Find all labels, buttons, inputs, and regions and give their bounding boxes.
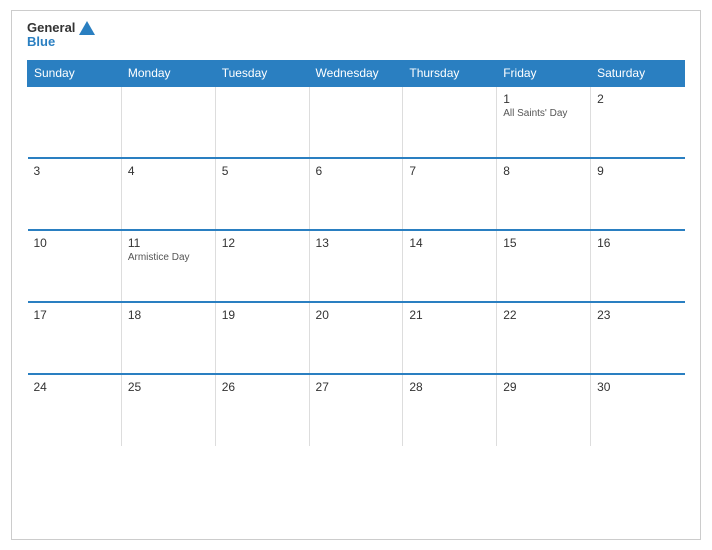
day-number: 1 xyxy=(503,92,584,106)
day-number: 21 xyxy=(409,308,490,322)
day-number: 30 xyxy=(597,380,678,394)
calendar-cell: 4 xyxy=(121,158,215,230)
calendar-cell: 17 xyxy=(28,302,122,374)
calendar-cell: 12 xyxy=(215,230,309,302)
day-number: 28 xyxy=(409,380,490,394)
day-event: All Saints' Day xyxy=(503,108,584,119)
day-number: 14 xyxy=(409,236,490,250)
calendar-cell: 25 xyxy=(121,374,215,446)
calendar-cell: 2 xyxy=(591,86,685,158)
day-number: 27 xyxy=(316,380,397,394)
day-number: 4 xyxy=(128,164,209,178)
day-number: 9 xyxy=(597,164,678,178)
day-number: 17 xyxy=(34,308,115,322)
day-number: 25 xyxy=(128,380,209,394)
day-number: 22 xyxy=(503,308,584,322)
calendar-cell: 3 xyxy=(28,158,122,230)
calendar-cell: 11 Armistice Day xyxy=(121,230,215,302)
day-number: 12 xyxy=(222,236,303,250)
calendar-week-row: 3456789 xyxy=(28,158,685,230)
calendar-cell: 29 xyxy=(497,374,591,446)
calendar-cell xyxy=(215,86,309,158)
calendar-cell: 21 xyxy=(403,302,497,374)
day-number: 6 xyxy=(316,164,397,178)
day-number: 2 xyxy=(597,92,678,106)
calendar-cell: 16 xyxy=(591,230,685,302)
calendar-cell: 22 xyxy=(497,302,591,374)
calendar-header: General Blue xyxy=(27,21,685,50)
weekday-header-row: SundayMondayTuesdayWednesdayThursdayFrid… xyxy=(28,60,685,86)
weekday-header-sunday: Sunday xyxy=(28,60,122,86)
calendar-container: General Blue SundayMondayTuesdayWednesda… xyxy=(11,10,701,540)
calendar-cell: 14 xyxy=(403,230,497,302)
day-number: 23 xyxy=(597,308,678,322)
calendar-cell: 1 All Saints' Day xyxy=(497,86,591,158)
calendar-week-row: 24 25 26 27 28 29 30 xyxy=(28,374,685,446)
day-number: 15 xyxy=(503,236,584,250)
calendar-cell: 28 xyxy=(403,374,497,446)
day-number: 29 xyxy=(503,380,584,394)
calendar-cell xyxy=(309,86,403,158)
day-number: 8 xyxy=(503,164,584,178)
weekday-header-saturday: Saturday xyxy=(591,60,685,86)
day-number: 26 xyxy=(222,380,303,394)
day-number: 19 xyxy=(222,308,303,322)
calendar-cell: 10 xyxy=(28,230,122,302)
day-event: Armistice Day xyxy=(128,252,209,263)
logo: General Blue xyxy=(27,21,95,50)
weekday-header-tuesday: Tuesday xyxy=(215,60,309,86)
calendar-cell: 9 xyxy=(591,158,685,230)
calendar-cell: 30 xyxy=(591,374,685,446)
calendar-cell: 27 xyxy=(309,374,403,446)
calendar-cell xyxy=(403,86,497,158)
logo-general-text: General xyxy=(27,21,75,35)
calendar-cell: 7 xyxy=(403,158,497,230)
day-number: 10 xyxy=(34,236,115,250)
calendar-cell: 23 xyxy=(591,302,685,374)
calendar-cell: 19 xyxy=(215,302,309,374)
day-number: 20 xyxy=(316,308,397,322)
calendar-week-row: 10 11 Armistice Day 12 13 14 15 16 xyxy=(28,230,685,302)
calendar-cell: 18 xyxy=(121,302,215,374)
day-number: 7 xyxy=(409,164,490,178)
logo-blue-text: Blue xyxy=(27,35,55,49)
day-number: 5 xyxy=(222,164,303,178)
logo-triangle-icon xyxy=(79,21,95,35)
calendar-cell: 20 xyxy=(309,302,403,374)
calendar-table: SundayMondayTuesdayWednesdayThursdayFrid… xyxy=(27,60,685,446)
calendar-cell xyxy=(121,86,215,158)
day-number: 13 xyxy=(316,236,397,250)
day-number: 16 xyxy=(597,236,678,250)
calendar-cell: 13 xyxy=(309,230,403,302)
day-number: 18 xyxy=(128,308,209,322)
calendar-cell: 8 xyxy=(497,158,591,230)
weekday-header-wednesday: Wednesday xyxy=(309,60,403,86)
calendar-body: 1All Saints' Day234567891011Armistice Da… xyxy=(28,86,685,446)
calendar-cell xyxy=(28,86,122,158)
day-number: 24 xyxy=(34,380,115,394)
weekday-header-friday: Friday xyxy=(497,60,591,86)
weekday-header-monday: Monday xyxy=(121,60,215,86)
calendar-cell: 6 xyxy=(309,158,403,230)
day-number: 11 xyxy=(128,236,209,250)
day-number: 3 xyxy=(34,164,115,178)
calendar-week-row: 17 18 19 20 21 22 23 xyxy=(28,302,685,374)
calendar-cell: 24 xyxy=(28,374,122,446)
calendar-cell: 5 xyxy=(215,158,309,230)
calendar-week-row: 1 All Saints' Day 2 xyxy=(28,86,685,158)
calendar-cell: 15 xyxy=(497,230,591,302)
calendar-cell: 26 xyxy=(215,374,309,446)
weekday-header-thursday: Thursday xyxy=(403,60,497,86)
